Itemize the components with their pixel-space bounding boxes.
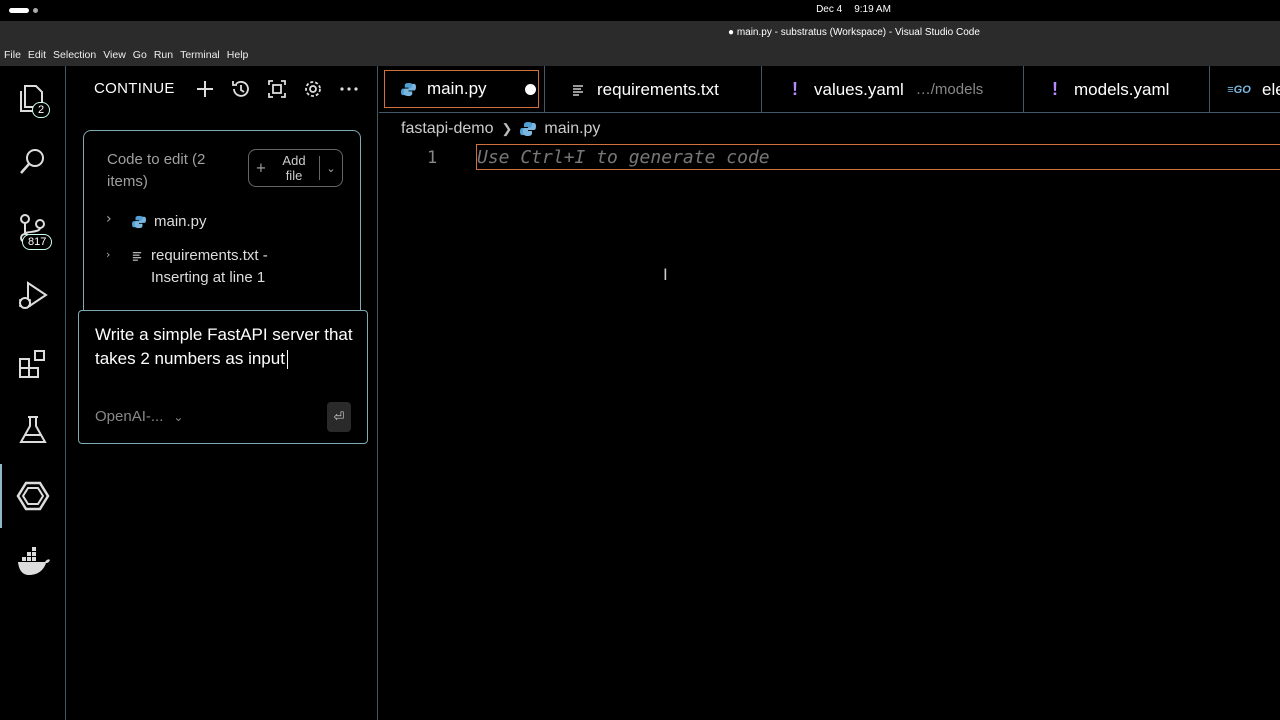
search-icon bbox=[20, 149, 44, 174]
source-control-button[interactable]: 817 bbox=[0, 198, 66, 258]
continue-button[interactable] bbox=[0, 466, 66, 526]
fullscreen-button[interactable] bbox=[259, 76, 295, 102]
code-file-item[interactable]: › main.py bbox=[106, 211, 207, 233]
source-control-badge: 817 bbox=[22, 234, 53, 250]
code-to-edit-heading: Code to edit (2 items) bbox=[107, 151, 206, 190]
editor-area: main.py requirements.txt ! values.yaml …… bbox=[379, 66, 1280, 720]
code-file-name: main.py bbox=[154, 213, 207, 230]
tab-path-hint: …/models bbox=[915, 81, 984, 98]
history-icon bbox=[232, 81, 249, 97]
extensions-button[interactable] bbox=[0, 334, 66, 394]
docker-icon bbox=[18, 547, 50, 575]
go-file-icon: ≡GO bbox=[1227, 83, 1251, 96]
new-session-button[interactable] bbox=[187, 76, 223, 102]
ellipsis-icon bbox=[340, 87, 358, 91]
menu-run[interactable]: Run bbox=[154, 45, 173, 66]
text-caret bbox=[286, 349, 288, 369]
sidebar-title: CONTINUE bbox=[94, 80, 175, 97]
tab-models-yaml[interactable]: ! models.yaml bbox=[1024, 66, 1210, 112]
run-debug-icon bbox=[19, 281, 48, 309]
docker-button[interactable] bbox=[0, 532, 66, 592]
menu-file[interactable]: File bbox=[4, 45, 21, 66]
tab-main-py[interactable]: main.py bbox=[384, 70, 539, 108]
python-file-icon bbox=[132, 211, 152, 233]
tab-label: requirements.txt bbox=[597, 79, 719, 99]
tab-label: values.yaml bbox=[814, 79, 904, 99]
gear-icon bbox=[305, 81, 321, 97]
system-clock: Dec 4 9:19 AM bbox=[0, 4, 1280, 15]
menu-help[interactable]: Help bbox=[227, 45, 249, 66]
chevron-down-icon[interactable]: ⌄ bbox=[320, 162, 342, 175]
menu-edit[interactable]: Edit bbox=[28, 45, 46, 66]
tab-requirements-txt[interactable]: requirements.txt bbox=[544, 66, 762, 112]
chevron-down-icon: ⌄ bbox=[173, 409, 184, 424]
unsaved-dot-icon[interactable] bbox=[524, 83, 536, 95]
sidebar-header: CONTINUE bbox=[67, 66, 378, 112]
plus-icon bbox=[197, 81, 213, 97]
editor-tabs: main.py requirements.txt ! values.yaml …… bbox=[379, 66, 1280, 113]
system-status-bar: Dec 4 9:19 AM bbox=[0, 0, 1280, 21]
chevron-right-icon[interactable]: › bbox=[106, 211, 120, 227]
add-file-button[interactable]: + Add file ⌄ bbox=[248, 149, 343, 187]
tab-go-file[interactable]: ≡GO ele bbox=[1210, 66, 1280, 112]
tab-values-yaml[interactable]: ! values.yaml …/models bbox=[762, 66, 1024, 112]
text-file-icon bbox=[569, 84, 587, 96]
breadcrumb-folder[interactable]: fastapi-demo bbox=[401, 120, 494, 138]
yaml-file-icon: ! bbox=[1052, 79, 1058, 99]
menu-bar: File Edit Selection View Go Run Terminal… bbox=[0, 45, 1280, 66]
extensions-icon bbox=[19, 350, 45, 378]
code-to-edit-panel: Code to edit (2 items) + Add file ⌄ › ma… bbox=[83, 130, 361, 312]
chevron-right-icon: ❯ bbox=[501, 121, 513, 136]
yaml-file-icon: ! bbox=[792, 79, 798, 99]
add-file-label: Add file bbox=[282, 153, 306, 183]
python-file-icon bbox=[520, 122, 537, 136]
continue-sidebar: CONTINUE Code to edit (2 items) + Add fi… bbox=[67, 66, 378, 720]
code-file-name: requirements.txt - Inserting at line 1 bbox=[151, 247, 268, 286]
window-titlebar: ● main.py - substratus (Workspace) - Vis… bbox=[0, 21, 1280, 45]
tab-label: main.py bbox=[427, 79, 487, 98]
history-button[interactable] bbox=[223, 76, 259, 102]
continue-icon bbox=[16, 481, 50, 511]
prompt-input-box[interactable]: Write a simple FastAPI server that takes… bbox=[78, 310, 368, 444]
prompt-text: Write a simple FastAPI server that takes… bbox=[95, 325, 353, 368]
sidebar-actions bbox=[187, 76, 367, 102]
flask-icon bbox=[19, 416, 47, 443]
menu-view[interactable]: View bbox=[103, 45, 126, 66]
python-file-icon bbox=[399, 82, 417, 97]
explorer-badge: 2 bbox=[32, 102, 51, 118]
run-debug-button[interactable] bbox=[0, 266, 66, 326]
tab-label: ele bbox=[1262, 79, 1280, 99]
system-time: 9:19 AM bbox=[854, 4, 891, 15]
prompt-input[interactable]: Write a simple FastAPI server that takes… bbox=[95, 323, 355, 370]
settings-button[interactable] bbox=[295, 76, 331, 102]
add-icon: + bbox=[255, 160, 267, 176]
search-button[interactable] bbox=[0, 132, 66, 192]
tab-label: models.yaml bbox=[1074, 79, 1170, 99]
enter-icon: ⏎ bbox=[333, 409, 345, 425]
text-file-icon bbox=[132, 245, 149, 265]
breadcrumb: fastapi-demo ❯ main.py bbox=[401, 120, 600, 138]
testing-button[interactable] bbox=[0, 400, 66, 460]
activity-bar: 2 817 bbox=[0, 66, 66, 720]
code-file-item[interactable]: › requirements.txt - Inserting at line 1 bbox=[106, 245, 306, 289]
ghost-hint-text[interactable]: Use Ctrl+I to generate code bbox=[477, 147, 770, 168]
text-cursor-icon: Ⅰ bbox=[663, 265, 668, 284]
fullscreen-icon bbox=[268, 80, 286, 98]
submit-button[interactable]: ⏎ bbox=[327, 402, 351, 432]
model-name: OpenAI-... bbox=[95, 408, 164, 425]
explorer-button[interactable]: 2 bbox=[0, 68, 66, 128]
breadcrumb-file[interactable]: main.py bbox=[544, 120, 600, 138]
system-date: Dec 4 bbox=[816, 4, 843, 15]
menu-go[interactable]: Go bbox=[133, 45, 147, 66]
menu-terminal[interactable]: Terminal bbox=[180, 45, 220, 66]
chevron-right-icon[interactable]: › bbox=[106, 248, 120, 261]
model-selector[interactable]: OpenAI-... ⌄ bbox=[95, 408, 183, 425]
menu-selection[interactable]: Selection bbox=[53, 45, 96, 66]
line-number: 1 bbox=[427, 148, 438, 168]
more-actions-button[interactable] bbox=[331, 76, 367, 102]
window-title: ● main.py - substratus (Workspace) - Vis… bbox=[728, 27, 980, 38]
